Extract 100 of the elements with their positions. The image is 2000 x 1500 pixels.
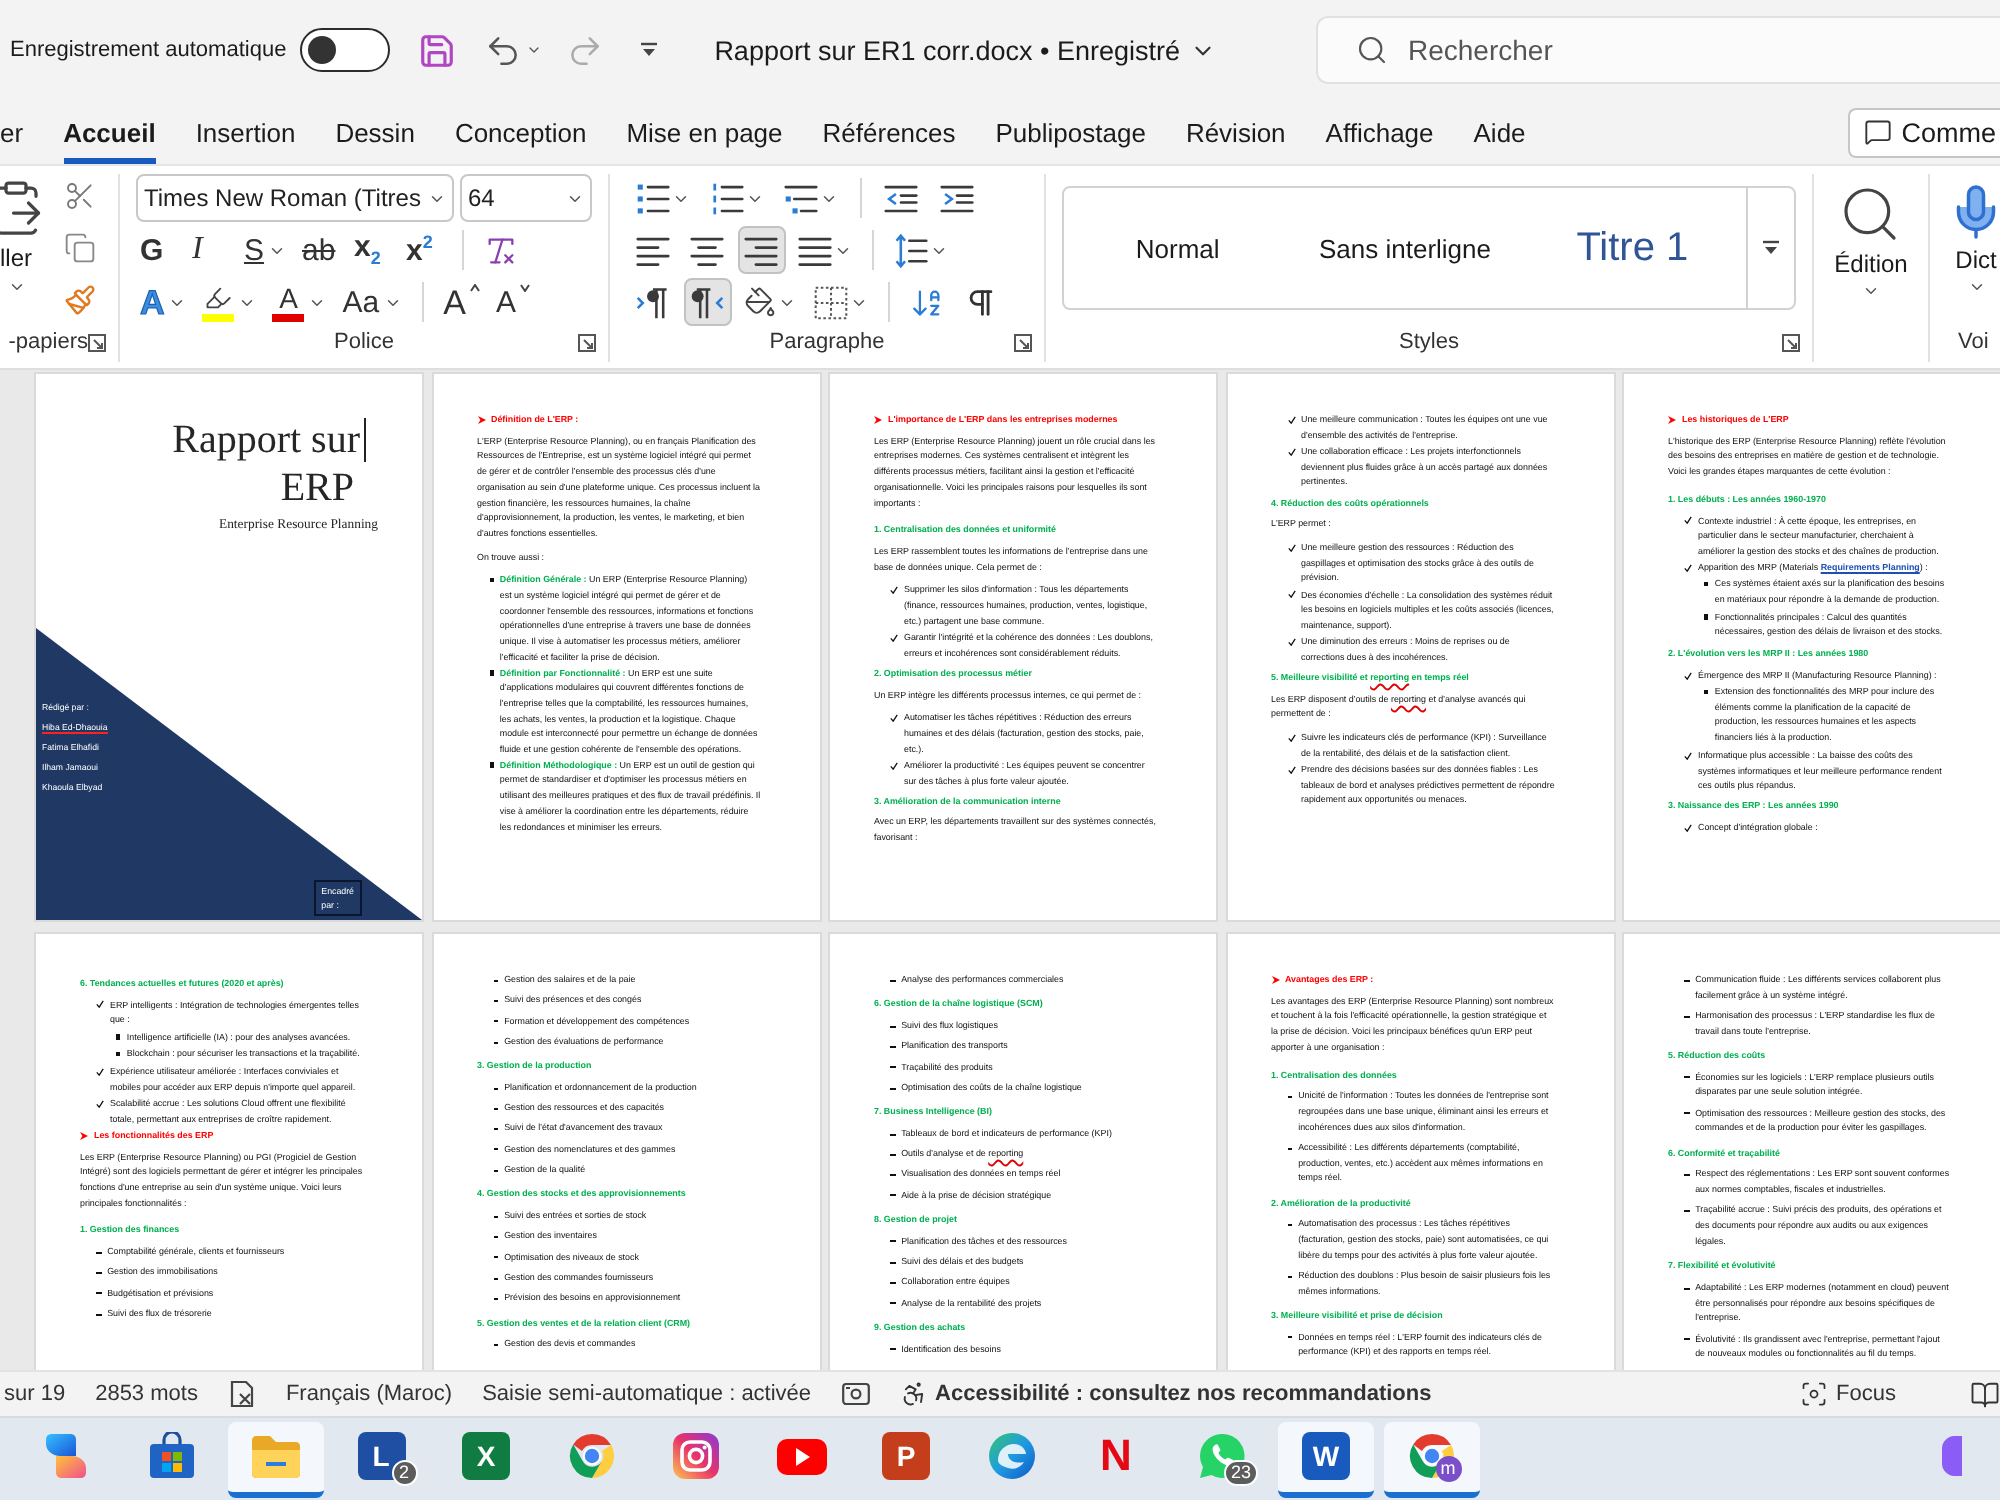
align-left-icon xyxy=(636,233,670,267)
ribbon-tab[interactable]: Conception xyxy=(454,100,587,164)
taskbar-button[interactable]: W xyxy=(1278,1421,1374,1497)
editing-button[interactable]: Édition xyxy=(1834,174,1908,322)
focus-icon xyxy=(1800,1380,1829,1408)
copy-icon xyxy=(64,232,96,264)
ribbon-tab[interactable]: Dessin xyxy=(335,100,415,164)
search-field[interactable]: Rechercher xyxy=(1316,16,2000,84)
arrow-bullet-icon xyxy=(80,1131,88,1140)
taskbar-button[interactable]: m xyxy=(1383,1421,1479,1497)
taskbar-button[interactable]: L 2 xyxy=(333,1421,429,1497)
shrink-font-button[interactable]: A xyxy=(491,278,536,326)
dictate-button[interactable]: Dict xyxy=(1946,174,2000,322)
strikethrough-button[interactable]: ab xyxy=(298,226,343,274)
shopping-bag-icon xyxy=(147,1432,195,1480)
check-icon xyxy=(1684,671,1692,680)
right-to-left-button[interactable] xyxy=(684,278,732,326)
taskbar-button[interactable]: P xyxy=(858,1421,954,1497)
play-button-icon xyxy=(775,1437,827,1475)
read-mode-button[interactable] xyxy=(1970,1379,2000,1409)
check-icon xyxy=(1287,590,1295,599)
check-icon xyxy=(1287,733,1295,742)
square-bullet-icon xyxy=(116,1034,121,1040)
superscript-button[interactable]: x$^{2}$ xyxy=(402,226,447,274)
autocomplete-status[interactable]: Saisie semi-automatique : activée xyxy=(482,1382,812,1406)
ribbon-tab[interactable]: Insertion xyxy=(195,100,296,164)
align-right-button[interactable] xyxy=(738,226,786,274)
square-bullet-icon xyxy=(1704,582,1709,587)
chevron-down-icon xyxy=(1861,282,1880,300)
underline-button[interactable]: S xyxy=(240,226,291,274)
dash-bullet-icon xyxy=(1684,1210,1690,1212)
taskbar-button[interactable] xyxy=(228,1421,324,1497)
dash-bullet-icon xyxy=(493,1343,499,1346)
taskbar-button[interactable]: X xyxy=(438,1421,534,1497)
autosave-toggle[interactable] xyxy=(300,28,391,72)
dialog-launcher-icon[interactable] xyxy=(578,333,596,351)
check-icon xyxy=(1287,415,1295,424)
check-icon xyxy=(890,761,898,770)
proofing-icon[interactable] xyxy=(227,1380,256,1408)
ribbon-tab[interactable]: Publipostage xyxy=(995,100,1146,164)
ribbon-tab[interactable]: Révision xyxy=(1185,100,1286,164)
taskbar-button[interactable]: 23 xyxy=(1173,1421,1269,1497)
ribbon-tab[interactable]: Affichage xyxy=(1325,100,1434,164)
check-icon xyxy=(1287,447,1295,456)
letter-logo: W xyxy=(1302,1432,1350,1480)
font-size-field[interactable]: 64 xyxy=(460,174,592,222)
change-case-button[interactable]: Aa xyxy=(338,278,406,326)
dash-bullet-icon xyxy=(493,999,499,1002)
focus-button[interactable]: Focus xyxy=(1800,1380,1896,1408)
square-bullet-icon xyxy=(489,670,494,676)
align-center-icon xyxy=(690,233,724,267)
word-count[interactable]: 2853 mots xyxy=(95,1382,198,1406)
dash-bullet-icon xyxy=(890,1282,896,1284)
grow-font-button[interactable]: A xyxy=(439,278,484,326)
chevron-down-icon xyxy=(526,42,543,58)
style-option[interactable]: Titre 1 xyxy=(1518,188,1747,308)
dialog-launcher-icon[interactable] xyxy=(1782,333,1800,351)
dash-bullet-icon xyxy=(1684,1338,1690,1340)
ribbon-tab[interactable]: Aide xyxy=(1473,100,1526,164)
arrow-bullet-icon xyxy=(1668,415,1676,424)
check-icon xyxy=(1684,751,1692,760)
group-label: -papiers xyxy=(8,330,88,354)
taskbar-button[interactable]: N xyxy=(1068,1421,1164,1497)
swirl-icon xyxy=(42,1432,90,1480)
save-icon xyxy=(418,31,457,69)
language-status[interactable]: Français (Maroc) xyxy=(285,1382,453,1406)
arrow-bullet-icon xyxy=(874,415,882,424)
wave-circle-icon xyxy=(987,1432,1035,1480)
page-count[interactable]: sur 19 xyxy=(4,1382,66,1406)
undo-icon xyxy=(484,31,523,69)
font-name-field[interactable]: Times New Roman (Titres xyxy=(136,174,454,222)
ribbon-tab[interactable]: Références xyxy=(822,100,956,164)
italic-button[interactable]: I xyxy=(188,226,232,274)
increase-indent-icon xyxy=(940,181,974,215)
check-icon xyxy=(96,1099,104,1108)
sort-icon xyxy=(910,285,944,319)
dialog-launcher-icon[interactable] xyxy=(1014,333,1032,351)
accessibility-status[interactable]: Accessibilité : consultez nos recommandations xyxy=(899,1380,1432,1408)
borders-icon xyxy=(814,285,848,319)
ribbon-tab[interactable]: er xyxy=(0,100,24,164)
redo-icon xyxy=(566,31,605,69)
predictions-icon[interactable] xyxy=(841,1382,870,1406)
document-title[interactable]: Rapport sur ER1 corr.docx • Enregistré xyxy=(710,31,1221,69)
font-color-button[interactable]: A xyxy=(268,278,331,326)
cover-title: ERP xyxy=(280,464,354,512)
dash-bullet-icon xyxy=(1287,1224,1293,1226)
style-option[interactable]: Normal xyxy=(1064,188,1292,308)
square-bullet-icon xyxy=(489,762,494,768)
paste-button[interactable]: ller xyxy=(0,174,60,322)
subscript-button[interactable]: x$_{2}$ xyxy=(350,226,395,274)
comments-button[interactable]: Comme xyxy=(1847,107,2000,157)
dash-bullet-icon xyxy=(493,1297,499,1300)
ribbon-tab[interactable]: Mise en page xyxy=(626,100,783,164)
letter-logo: X xyxy=(462,1432,510,1480)
dialog-launcher-icon[interactable] xyxy=(88,333,106,351)
square-bullet-icon xyxy=(116,1052,121,1057)
letter-logo: P xyxy=(882,1432,930,1480)
left-to-right-icon xyxy=(636,285,670,319)
bold-button[interactable]: G xyxy=(136,226,180,274)
style-option[interactable]: Sans interligne xyxy=(1291,188,1519,308)
